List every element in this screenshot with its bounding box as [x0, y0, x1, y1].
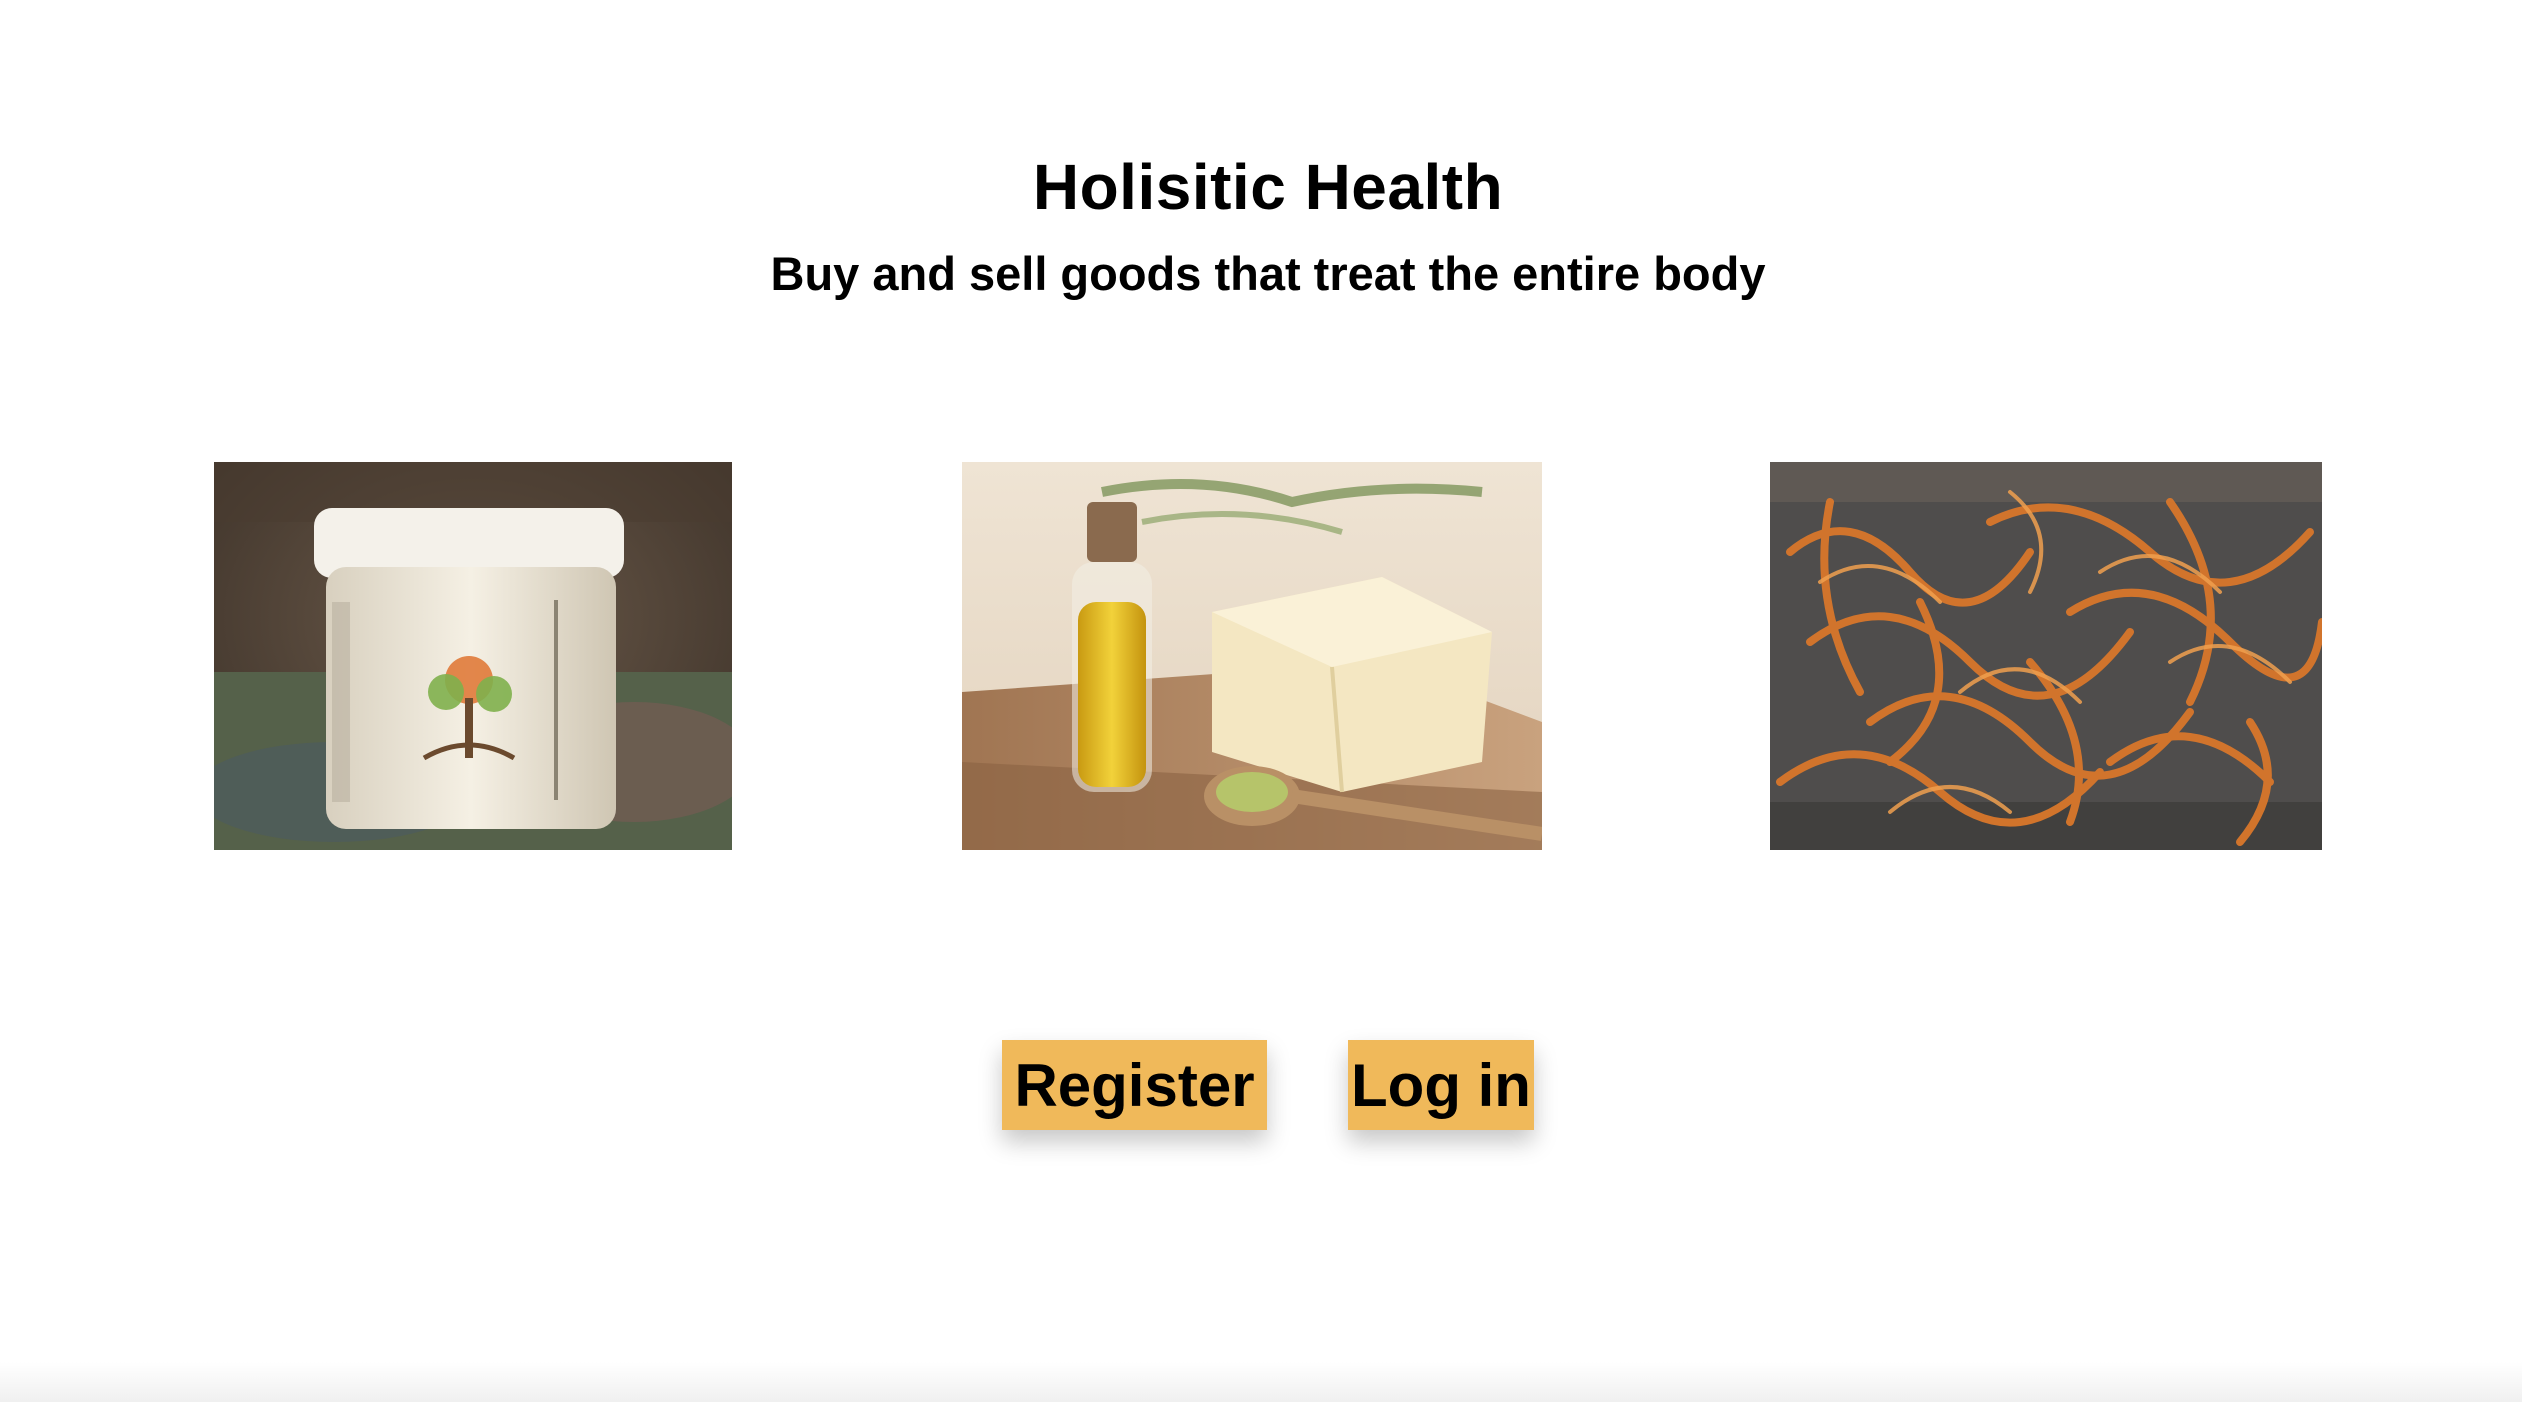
login-button[interactable]: Log in [1348, 1040, 1534, 1130]
cbd-cream-image [214, 462, 732, 850]
sea-moss-image [1770, 462, 2322, 850]
page-title: Holisitic Health [1032, 151, 1504, 223]
page-subtitle: Buy and sell goods that treat the entire… [770, 247, 1766, 300]
landing-page: Holisitic Health Buy and sell goods that… [0, 0, 2522, 1402]
bottom-edge-shade [0, 1362, 2522, 1402]
oil-soap-image [962, 462, 1542, 850]
register-button[interactable]: Register [1002, 1040, 1267, 1130]
